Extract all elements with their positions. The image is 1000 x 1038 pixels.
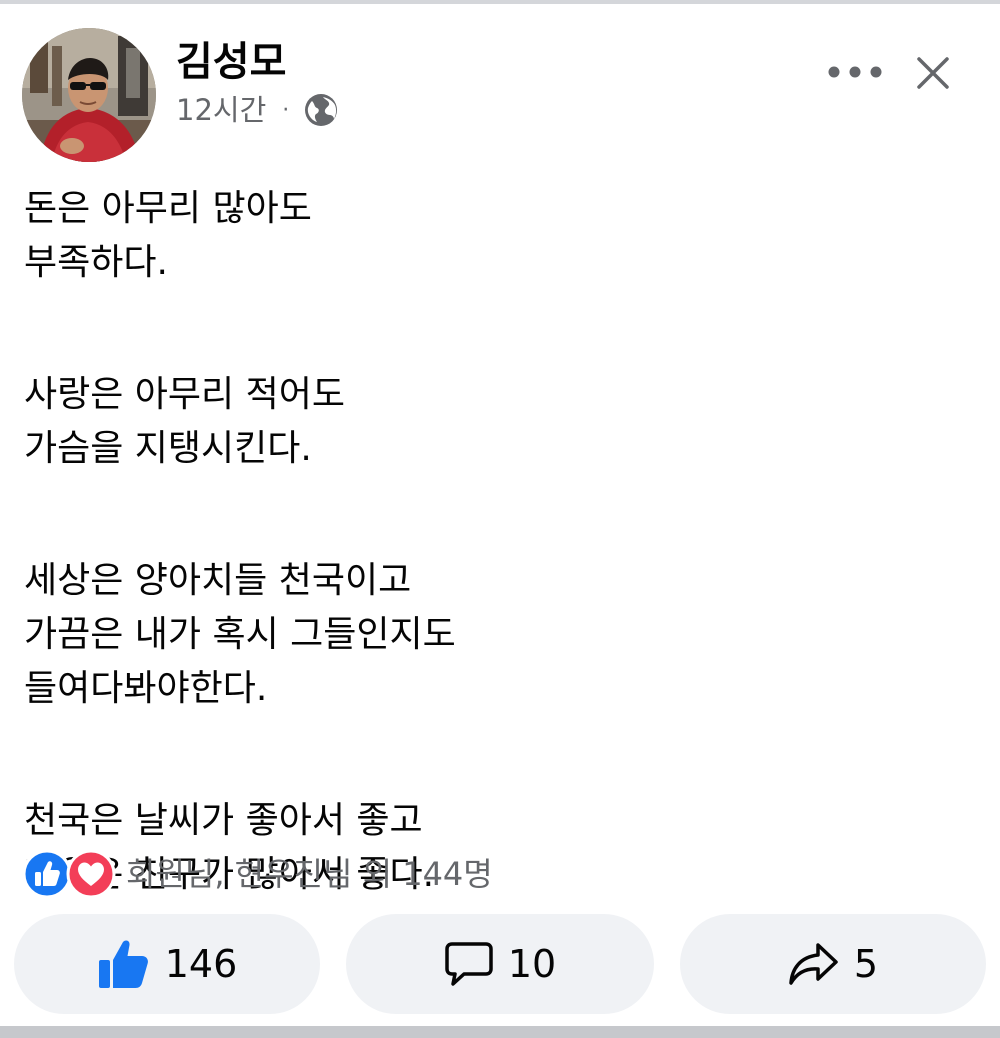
post-line: 세상은 양아치들 천국이고 [24, 560, 412, 601]
post-card: 김성모 12시간 · 돈은 아무리 많아도 부족하다. 사랑은 아무리 적어도 … [0, 4, 1000, 1026]
post-meta: 12시간 · [176, 90, 339, 130]
post-line: 들여다봐야한다. [24, 668, 268, 709]
like-reaction-icon [22, 849, 72, 899]
post-line: 가끔은 내가 혹시 그들인지도 [24, 614, 456, 655]
close-button[interactable] [908, 48, 958, 98]
more-dots-icon [828, 66, 882, 78]
post-paragraph: 돈은 아무리 많아도 부족하다. [24, 182, 964, 290]
post-line: 사랑은 아무리 적어도 [24, 374, 345, 415]
comment-button[interactable]: 10 [346, 914, 654, 1014]
like-count: 146 [164, 942, 238, 986]
post-line: 돈은 아무리 많아도 [24, 188, 312, 229]
author-avatar[interactable] [22, 28, 156, 162]
author-name[interactable]: 김성모 [176, 38, 286, 86]
comment-count: 10 [507, 942, 557, 986]
thumbs-up-icon [98, 940, 148, 988]
share-count: 5 [853, 942, 879, 986]
post-line: 가슴을 지탱시킨다. [24, 428, 312, 469]
share-arrow-icon [789, 943, 838, 985]
post-line: 부족하다. [24, 242, 168, 283]
close-icon [917, 57, 949, 89]
share-button[interactable]: 5 [680, 914, 986, 1014]
feed-divider [0, 1026, 1000, 1038]
post-text: 돈은 아무리 많아도 부족하다. 사랑은 아무리 적어도 가슴을 지탱시킨다. … [24, 182, 964, 902]
post-timestamp[interactable]: 12시간 [176, 90, 266, 130]
meta-separator: · [282, 97, 290, 123]
like-button[interactable]: 146 [14, 914, 320, 1014]
post-line: 천국은 날씨가 좋아서 좋고 [24, 800, 423, 841]
globe-icon [305, 94, 338, 126]
post-paragraph: 세상은 양아치들 천국이고 가끔은 내가 혹시 그들인지도 들여다봐야한다. [24, 554, 964, 716]
profile-photo [22, 28, 156, 162]
comment-icon [445, 942, 493, 986]
post-paragraph: 사랑은 아무리 적어도 가슴을 지탱시킨다. [24, 368, 964, 476]
more-options-button[interactable] [820, 50, 890, 94]
reactions-summary[interactable]: 회원님, 현우진님 외 144명 [22, 848, 493, 900]
love-reaction-icon [66, 849, 116, 899]
reactions-summary-text: 회원님, 현우진님 외 144명 [126, 855, 493, 893]
